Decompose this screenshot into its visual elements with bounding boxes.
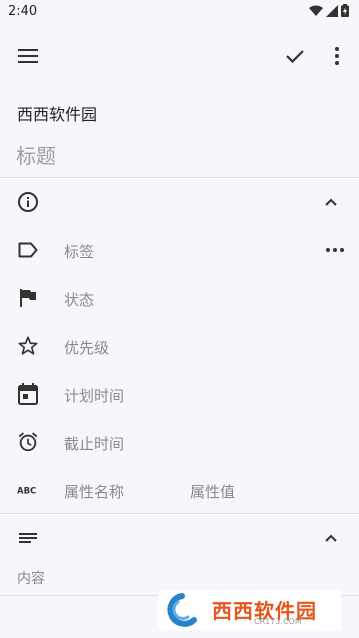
confirm-button[interactable]	[275, 36, 315, 76]
info-icon	[16, 190, 40, 214]
deadline-row[interactable]: 截止时间	[0, 418, 359, 466]
battery-icon	[341, 4, 349, 17]
attribute-row[interactable]: ABC 属性名称 属性值	[0, 466, 359, 514]
title-input[interactable]	[16, 140, 336, 172]
screen: 2:40 西西软件园 标签	[0, 0, 359, 638]
planned-time-label: 计划时间	[64, 387, 125, 405]
tags-label: 标签	[64, 243, 95, 261]
content-input[interactable]: 内容	[17, 568, 317, 588]
chevron-up-icon	[325, 534, 337, 542]
status-icons	[309, 4, 349, 17]
content-section-header[interactable]	[0, 514, 359, 562]
toolbar	[0, 30, 359, 82]
priority-row[interactable]: 优先级	[0, 322, 359, 370]
notes-icon	[16, 526, 40, 550]
chevron-up-icon	[325, 198, 337, 206]
attribute-name-field[interactable]: 属性名称	[64, 481, 124, 502]
watermark-subtext: CR173.COM	[254, 617, 302, 626]
check-icon	[286, 50, 304, 63]
planned-time-row[interactable]: 计划时间	[0, 370, 359, 418]
attribute-value-field[interactable]: 属性值	[190, 481, 235, 502]
label-icon	[16, 238, 40, 262]
alarm-icon	[16, 430, 40, 454]
more-horizontal-icon	[326, 248, 344, 252]
watermark-logo: 西西软件园 CR173.COM	[158, 590, 341, 630]
collapse-content-button[interactable]	[315, 522, 347, 554]
tags-row[interactable]: 标签	[0, 226, 359, 274]
status-time: 2:40	[8, 4, 38, 19]
abc-icon: ABC	[16, 478, 40, 502]
flag-icon	[16, 286, 40, 310]
wifi-icon	[309, 5, 323, 16]
more-vertical-icon	[335, 47, 339, 65]
svg-text:ABC: ABC	[17, 487, 36, 496]
status-bar: 2:40	[0, 0, 359, 24]
menu-button[interactable]	[8, 36, 48, 76]
logo-mark-icon	[167, 593, 197, 627]
tags-more-button[interactable]	[319, 234, 351, 266]
deadline-label: 截止时间	[64, 435, 125, 453]
star-icon	[16, 334, 40, 358]
more-options-button[interactable]	[317, 36, 357, 76]
menu-icon	[18, 49, 38, 63]
calendar-icon	[16, 382, 40, 406]
status-row[interactable]: 状态	[0, 274, 359, 322]
list-name[interactable]: 西西软件园	[17, 101, 97, 125]
status-label: 状态	[64, 291, 95, 309]
priority-label: 优先级	[64, 339, 110, 357]
collapse-properties-button[interactable]	[315, 186, 347, 218]
signal-icon	[326, 4, 338, 17]
properties-section-header[interactable]	[0, 178, 359, 226]
